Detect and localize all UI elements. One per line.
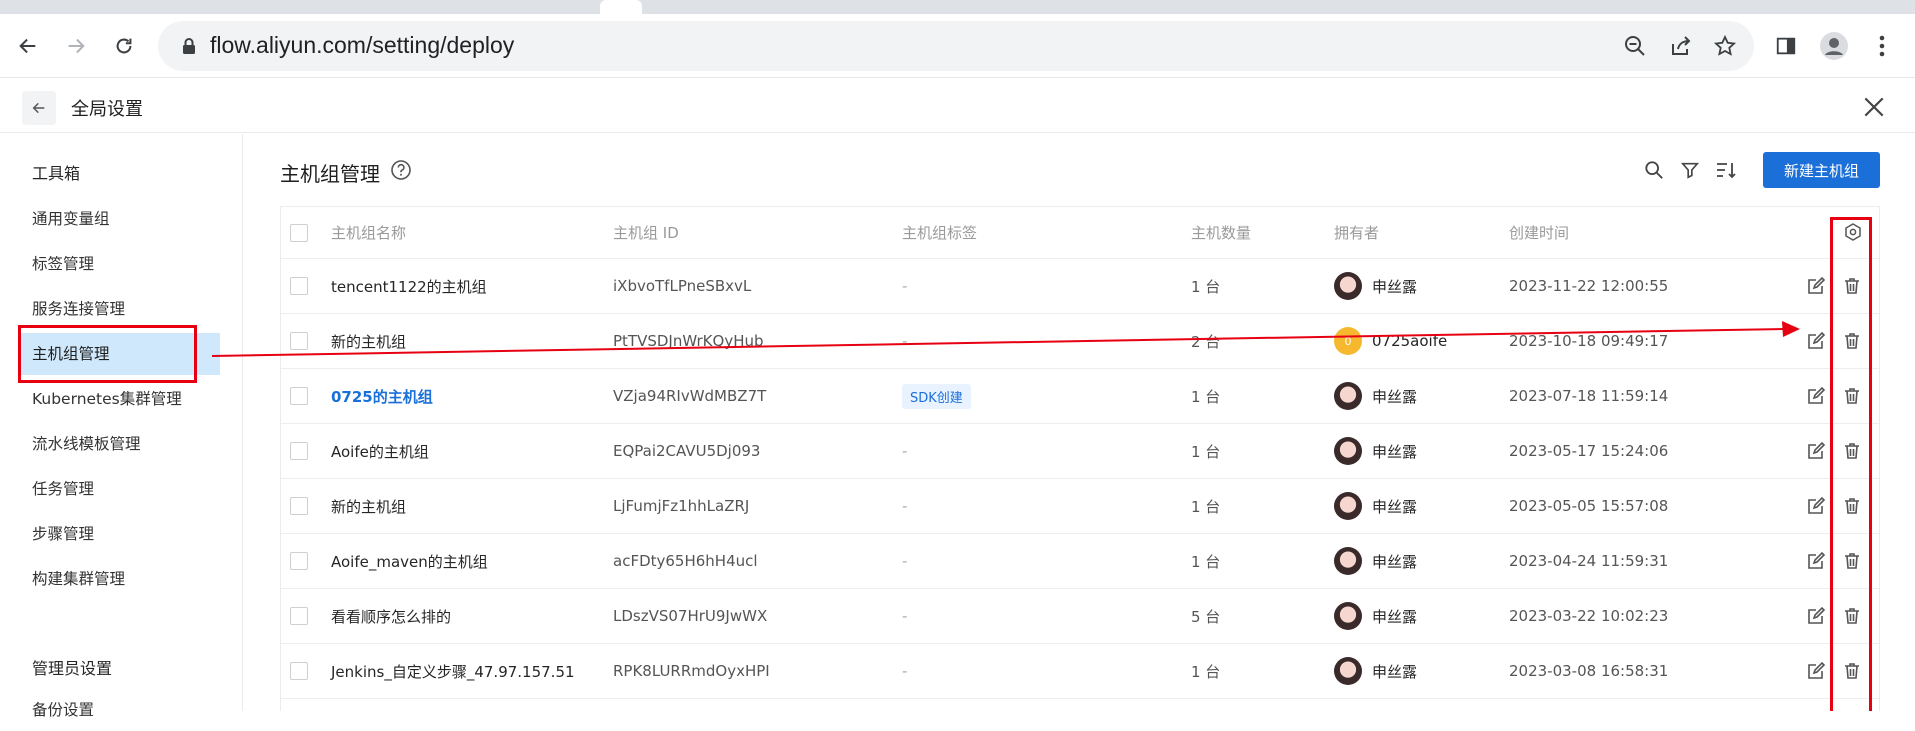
annotation-arrow [211, 321, 1800, 357]
